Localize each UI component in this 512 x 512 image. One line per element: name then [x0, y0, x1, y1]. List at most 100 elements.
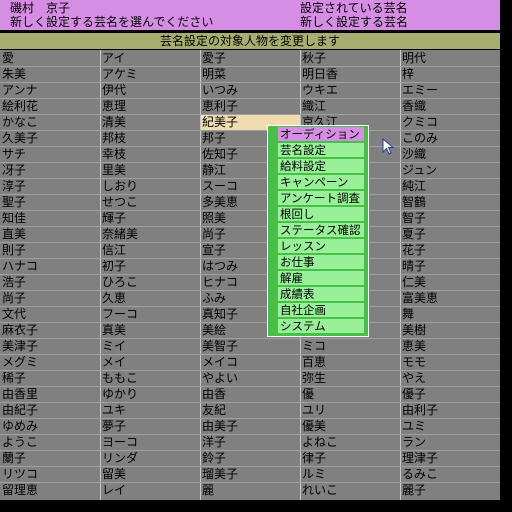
name-cell[interactable]: せつこ	[100, 195, 200, 210]
menu-item[interactable]: レッスン	[278, 239, 364, 253]
name-cell[interactable]: 恵理	[100, 99, 200, 114]
name-cell[interactable]: ラン	[400, 435, 500, 450]
name-cell[interactable]: リンダ	[100, 451, 200, 466]
name-cell[interactable]: 奈緒美	[100, 227, 200, 242]
name-cell[interactable]: アイ	[100, 51, 200, 66]
name-cell[interactable]: しおり	[100, 179, 200, 194]
menu-item[interactable]: 自社企画	[278, 303, 364, 317]
name-cell[interactable]: ジュン	[400, 163, 500, 178]
name-cell[interactable]: いつみ	[200, 83, 300, 98]
name-cell[interactable]: 明菜	[200, 67, 300, 82]
name-cell[interactable]: 夢子	[100, 419, 200, 434]
name-cell[interactable]: 秋子	[300, 51, 400, 66]
name-cell[interactable]: 優	[300, 387, 400, 402]
name-cell[interactable]: 恵美	[400, 339, 500, 354]
name-cell[interactable]: 愛	[0, 51, 100, 66]
menu-item[interactable]: アンケート調査	[278, 191, 364, 205]
name-cell[interactable]: 晴子	[400, 259, 500, 274]
name-cell[interactable]: 浩子	[0, 275, 100, 290]
name-cell[interactable]: 麻衣子	[0, 323, 100, 338]
name-cell[interactable]: 直美	[0, 227, 100, 242]
name-cell[interactable]: ハナコ	[0, 259, 100, 274]
name-cell[interactable]: 聖子	[0, 195, 100, 210]
change-target-banner[interactable]: 芸名設定の対象人物を変更します	[0, 33, 500, 49]
name-cell[interactable]: 織江	[300, 99, 400, 114]
name-cell[interactable]: 久美子	[0, 131, 100, 146]
name-cell[interactable]: やよい	[200, 371, 300, 386]
name-cell[interactable]: 美樹	[400, 323, 500, 338]
name-cell[interactable]: フーコ	[100, 307, 200, 322]
name-cell[interactable]: 稀子	[0, 371, 100, 386]
name-cell[interactable]: ようこ	[0, 435, 100, 450]
name-cell[interactable]: 優子	[400, 387, 500, 402]
name-cell[interactable]: 蘭子	[0, 451, 100, 466]
name-cell[interactable]: よねこ	[300, 435, 400, 450]
name-cell[interactable]: クミコ	[400, 115, 500, 130]
name-cell[interactable]: 優美	[300, 419, 400, 434]
name-cell[interactable]: 尚子	[0, 291, 100, 306]
name-cell[interactable]: 梓	[400, 67, 500, 82]
name-cell[interactable]: かなこ	[0, 115, 100, 130]
name-cell[interactable]: 美津子	[0, 339, 100, 354]
name-cell[interactable]: 舞	[400, 307, 500, 322]
name-cell[interactable]: 清美	[100, 115, 200, 130]
menu-item[interactable]: ステータス確認	[278, 223, 364, 237]
name-cell[interactable]: 朱美	[0, 67, 100, 82]
name-cell[interactable]: メイ	[100, 355, 200, 370]
name-cell[interactable]: 仁美	[400, 275, 500, 290]
name-cell[interactable]: アケミ	[100, 67, 200, 82]
name-cell[interactable]: 知佳	[0, 211, 100, 226]
name-cell[interactable]: ルミ	[300, 467, 400, 482]
name-cell[interactable]: 里美	[100, 163, 200, 178]
name-cell[interactable]: やえ	[400, 371, 500, 386]
name-cell[interactable]: モモ	[400, 355, 500, 370]
name-cell[interactable]: 真美	[100, 323, 200, 338]
name-cell[interactable]: メイコ	[200, 355, 300, 370]
name-cell[interactable]: ミコ	[300, 339, 400, 354]
name-cell[interactable]: 則子	[0, 243, 100, 258]
name-cell[interactable]: 愛子	[200, 51, 300, 66]
name-cell[interactable]: このみ	[400, 131, 500, 146]
name-cell[interactable]: 弥生	[300, 371, 400, 386]
menu-item[interactable]: キャンペーン	[278, 175, 364, 189]
name-cell[interactable]: 洋子	[200, 435, 300, 450]
name-cell[interactable]: 智鶴	[400, 195, 500, 210]
name-cell[interactable]: 由美子	[200, 419, 300, 434]
name-cell[interactable]: 信江	[100, 243, 200, 258]
name-cell[interactable]: 明日香	[300, 67, 400, 82]
name-cell[interactable]: ウキエ	[300, 83, 400, 98]
name-cell[interactable]: 由紀子	[0, 403, 100, 418]
menu-item[interactable]: 給料設定	[278, 159, 364, 173]
name-cell[interactable]: 麗子	[400, 483, 500, 498]
name-cell[interactable]: 由利子	[400, 403, 500, 418]
name-cell[interactable]: 伊代	[100, 83, 200, 98]
name-cell[interactable]: 明代	[400, 51, 500, 66]
name-cell[interactable]: れいこ	[300, 483, 400, 498]
name-cell[interactable]: 友紀	[200, 403, 300, 418]
name-cell[interactable]: 理津子	[400, 451, 500, 466]
name-cell[interactable]: メグミ	[0, 355, 100, 370]
name-cell[interactable]: 沙織	[400, 147, 500, 162]
name-cell[interactable]: 鈴子	[200, 451, 300, 466]
name-cell[interactable]: 恵利子	[200, 99, 300, 114]
name-cell[interactable]: ユキ	[100, 403, 200, 418]
menu-item[interactable]: 芸名設定	[278, 143, 364, 157]
name-cell[interactable]: ヨーコ	[100, 435, 200, 450]
name-cell[interactable]: ひろこ	[100, 275, 200, 290]
name-cell[interactable]: 麗	[200, 483, 300, 498]
name-cell[interactable]: 美智子	[200, 339, 300, 354]
name-cell[interactable]: 冴子	[0, 163, 100, 178]
name-cell[interactable]: 淳子	[0, 179, 100, 194]
name-cell[interactable]: ユリ	[300, 403, 400, 418]
name-cell[interactable]: リツコ	[0, 467, 100, 482]
menu-item[interactable]: 解雇	[278, 271, 364, 285]
name-cell[interactable]: 文代	[0, 307, 100, 322]
name-cell[interactable]: レイ	[100, 483, 200, 498]
name-cell[interactable]: ゆめみ	[0, 419, 100, 434]
menu-item[interactable]: オーディション	[278, 127, 364, 141]
name-cell[interactable]: 輝子	[100, 211, 200, 226]
name-cell[interactable]: サチ	[0, 147, 100, 162]
name-cell[interactable]: ゆかり	[100, 387, 200, 402]
name-cell[interactable]: 由香里	[0, 387, 100, 402]
name-cell[interactable]: 留理恵	[0, 483, 100, 498]
